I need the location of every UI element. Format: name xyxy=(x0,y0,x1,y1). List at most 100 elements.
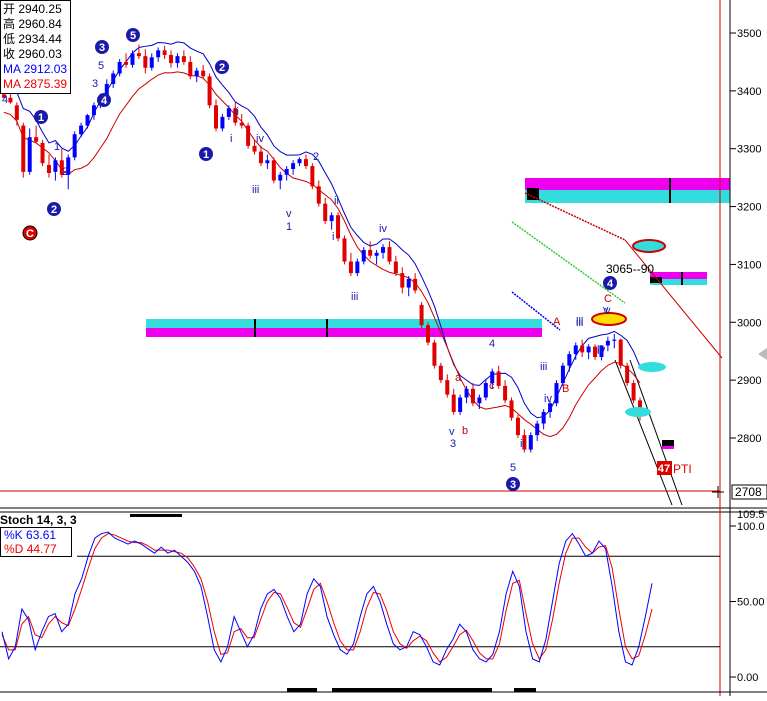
svg-text:1: 1 xyxy=(203,149,209,161)
svg-text:iv: iv xyxy=(379,223,387,235)
svg-text:5: 5 xyxy=(510,462,516,474)
candle-body xyxy=(214,105,218,129)
price-tick-label: 3400 xyxy=(737,86,761,98)
candle-body xyxy=(464,388,469,398)
candle-body xyxy=(374,252,379,256)
candle-body xyxy=(631,383,636,401)
candle-body xyxy=(535,423,540,436)
candle-body xyxy=(348,261,353,274)
svg-text:4: 4 xyxy=(101,95,108,107)
candle-body xyxy=(34,137,39,142)
candle-body xyxy=(470,388,475,404)
svg-text:5: 5 xyxy=(130,30,136,42)
candle-body xyxy=(291,163,296,169)
candle-body xyxy=(400,273,405,288)
svg-text:b: b xyxy=(462,425,468,437)
price-tick-label: 3100 xyxy=(737,259,761,271)
candle-body xyxy=(445,380,450,395)
candle-body xyxy=(477,397,482,404)
candle-body xyxy=(258,151,263,164)
svg-text:PTI: PTI xyxy=(673,462,692,476)
svg-text:iv: iv xyxy=(544,393,552,405)
wave-circle-1a: 1 xyxy=(34,110,48,124)
candle-body xyxy=(419,304,424,326)
svg-text:i: i xyxy=(332,231,334,243)
candle-body xyxy=(252,145,257,152)
svg-text:1: 1 xyxy=(286,221,292,233)
svg-text:1: 1 xyxy=(38,112,44,124)
candle-body xyxy=(201,70,206,77)
candle-body xyxy=(207,76,212,106)
candle-body xyxy=(194,70,199,77)
candle-body xyxy=(53,160,58,172)
svg-text:iv: iv xyxy=(597,344,605,356)
candle-body xyxy=(265,160,270,164)
price-tick-label: 2900 xyxy=(737,375,761,387)
svg-text:A: A xyxy=(553,316,561,328)
wave-circle-2b: 2 xyxy=(215,60,229,74)
svg-text:1: 1 xyxy=(54,141,60,153)
candle-body xyxy=(458,397,463,412)
supply-zone-3200 xyxy=(525,178,730,203)
candle-body xyxy=(368,249,373,256)
svg-text:47: 47 xyxy=(658,463,670,475)
candle-body xyxy=(560,365,565,384)
candle-body xyxy=(509,400,514,418)
svg-text:3: 3 xyxy=(99,42,105,54)
candle-body xyxy=(406,278,411,288)
current-price-tag: 2708 xyxy=(731,484,767,500)
candle-body xyxy=(156,50,161,58)
wave-circle-3b: 3 xyxy=(506,477,520,491)
svg-text:C: C xyxy=(26,228,34,240)
svg-text:iii: iii xyxy=(576,317,583,329)
candle-body xyxy=(342,238,347,262)
candle-body xyxy=(303,159,308,167)
candle-body xyxy=(586,346,591,353)
candle-body xyxy=(361,249,366,262)
svg-text:v: v xyxy=(605,305,611,317)
wave-circle-4a: 4 xyxy=(97,93,111,107)
svg-text:4: 4 xyxy=(489,338,495,350)
wave-circle-3a: 3 xyxy=(95,40,109,54)
candle-body xyxy=(605,340,610,346)
candle-body xyxy=(239,122,244,126)
candle-body xyxy=(27,137,32,172)
candle-body xyxy=(573,345,578,355)
candle-body xyxy=(111,73,116,84)
candle-body xyxy=(426,325,430,343)
stoch-tick-label: 0.00 xyxy=(737,672,758,684)
candle-body xyxy=(297,159,302,164)
svg-text:2: 2 xyxy=(313,151,319,163)
svg-text:5: 5 xyxy=(98,60,104,72)
wave-circle-4b: 4 xyxy=(603,276,617,290)
candle-body xyxy=(278,174,283,181)
svg-text:ii: ii xyxy=(334,195,339,207)
candle-body xyxy=(310,166,315,187)
candle-body xyxy=(625,365,630,384)
candle-body xyxy=(503,385,508,401)
zone-3080 xyxy=(650,272,707,285)
svg-text:2: 2 xyxy=(62,166,68,178)
candle-body xyxy=(226,108,231,117)
svg-text:3: 3 xyxy=(450,438,456,450)
candle-body xyxy=(612,339,617,341)
candle-body xyxy=(271,160,276,181)
candle-body xyxy=(618,339,623,366)
ohlc-info-box: 开 2940.25 高 2960.84 低 2934.44 收 2960.03 … xyxy=(0,0,72,94)
candle-body xyxy=(567,354,572,366)
svg-text:i: i xyxy=(230,133,232,145)
svg-text:4: 4 xyxy=(607,278,614,290)
candle-body xyxy=(14,105,19,120)
candle-body xyxy=(554,383,559,404)
candle-body xyxy=(124,61,129,65)
candle-body xyxy=(329,215,334,222)
stoch-title: Stoch 14, 3, 3 xyxy=(0,513,77,527)
candle-body xyxy=(117,61,122,74)
svg-text:B: B xyxy=(562,383,569,395)
chart-window: 1 2 3 4 5 1 2 3 4 C 4 3 5 1 2 i ii iii i… xyxy=(0,0,767,696)
chart-canvas: 1 2 3 4 5 1 2 3 4 C 4 3 5 1 2 i ii iii i… xyxy=(0,0,767,696)
price-tick-label: 3500 xyxy=(737,28,761,40)
candle-body xyxy=(21,125,26,172)
candle-body xyxy=(323,203,328,222)
candle-body xyxy=(46,164,51,174)
